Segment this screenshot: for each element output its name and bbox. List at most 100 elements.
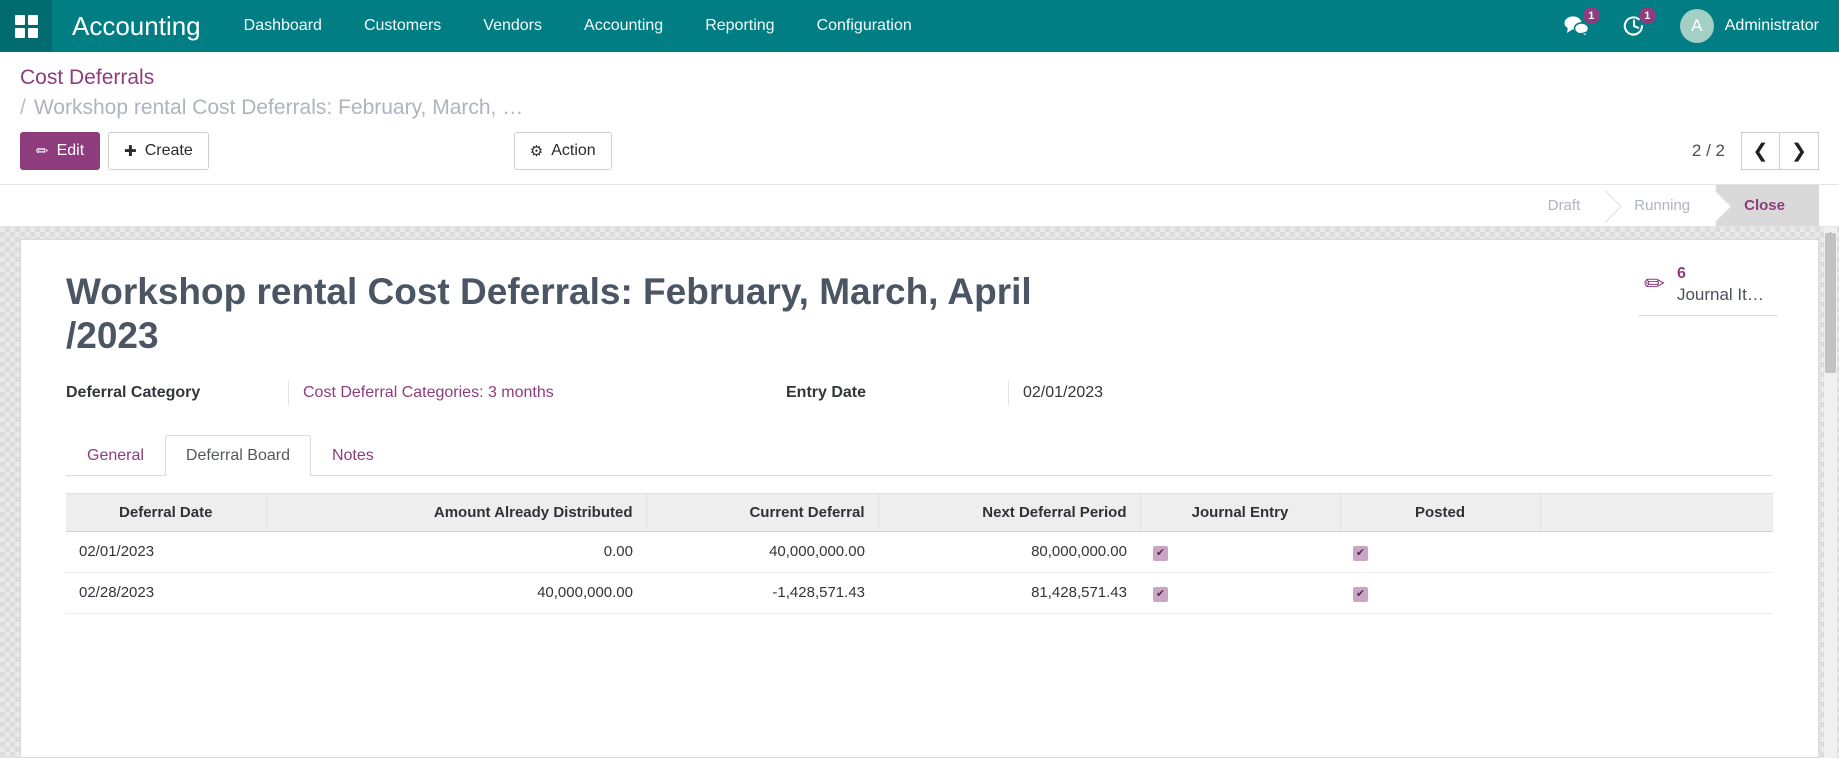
cell-deferral-date: 02/01/2023 bbox=[66, 531, 266, 572]
menu-item-configuration[interactable]: Configuration bbox=[796, 0, 933, 52]
status-draft-label: Draft bbox=[1548, 197, 1581, 214]
pager-next-button[interactable]: ❯ bbox=[1780, 132, 1819, 170]
breadcrumb: / Workshop rental Cost Deferrals: Februa… bbox=[20, 92, 920, 124]
activities-badge: 1 bbox=[1639, 7, 1656, 24]
cell-next-deferral-period: 81,428,571.43 bbox=[878, 572, 1140, 613]
column-header-spacer bbox=[1540, 493, 1773, 531]
form-sheet-background: ✏ 6 Journal It… Workshop rental Cost Def… bbox=[0, 227, 1839, 758]
table-row[interactable]: 02/01/2023 0.00 40,000,000.00 80,000,000… bbox=[66, 531, 1773, 572]
plus-icon: ✚ bbox=[124, 144, 137, 159]
menu-item-customers[interactable]: Customers bbox=[343, 0, 462, 52]
field-deferral-category: Deferral Category Cost Deferral Categori… bbox=[66, 381, 786, 405]
avatar: A bbox=[1680, 9, 1714, 43]
posted-checkbox[interactable]: ✔ bbox=[1353, 587, 1368, 602]
status-close-label: Close bbox=[1744, 197, 1785, 214]
cell-spacer bbox=[1540, 531, 1773, 572]
tab-general[interactable]: General bbox=[66, 435, 165, 476]
cell-deferral-date: 02/28/2023 bbox=[66, 572, 266, 613]
column-header-next-deferral-period[interactable]: Next Deferral Period bbox=[878, 493, 1140, 531]
tab-notes[interactable]: Notes bbox=[311, 435, 395, 476]
deferral-category-link[interactable]: Cost Deferral Categories: 3 months bbox=[303, 384, 554, 401]
edit-button-label: Edit bbox=[57, 142, 85, 160]
edit-button[interactable]: ✏ Edit bbox=[20, 132, 100, 170]
pager-previous-button[interactable]: ❮ bbox=[1741, 132, 1780, 170]
field-deferral-category-value: Cost Deferral Categories: 3 months bbox=[288, 381, 786, 405]
pager: 2 / 2 ❮ ❯ bbox=[1692, 132, 1819, 170]
smart-button-value: 6 bbox=[1677, 264, 1764, 284]
cell-amount-already-distributed: 40,000,000.00 bbox=[266, 572, 646, 613]
form-sheet: ✏ 6 Journal It… Workshop rental Cost Def… bbox=[20, 239, 1819, 758]
pencil-icon: ✏ bbox=[1644, 272, 1665, 297]
menu-item-vendors[interactable]: Vendors bbox=[462, 0, 563, 52]
field-entry-date: Entry Date 02/01/2023 bbox=[786, 381, 1506, 405]
cell-amount-already-distributed: 0.00 bbox=[266, 531, 646, 572]
column-header-journal-entry[interactable]: Journal Entry bbox=[1140, 493, 1340, 531]
vertical-scrollbar[interactable]: ▲ bbox=[1824, 227, 1837, 758]
breadcrumb-separator: / bbox=[20, 92, 26, 124]
main-menu: Dashboard Customers Vendors Accounting R… bbox=[223, 0, 933, 52]
create-button[interactable]: ✚ Create bbox=[108, 132, 209, 170]
create-button-label: Create bbox=[145, 142, 193, 160]
cell-current-deferral: 40,000,000.00 bbox=[646, 531, 878, 572]
tab-deferral-board[interactable]: Deferral Board bbox=[165, 435, 311, 476]
posted-checkbox[interactable]: ✔ bbox=[1353, 546, 1368, 561]
scrollbar-thumb[interactable] bbox=[1825, 233, 1836, 373]
status-running[interactable]: Running bbox=[1606, 185, 1716, 226]
user-name-label: Administrator bbox=[1725, 17, 1819, 35]
table-header: Deferral Date Amount Already Distributed… bbox=[66, 493, 1773, 531]
user-menu-button[interactable]: A Administrator bbox=[1662, 0, 1825, 52]
apps-menu-button[interactable] bbox=[0, 0, 52, 52]
gear-icon: ⚙ bbox=[530, 144, 543, 159]
chevron-left-icon: ❮ bbox=[1753, 140, 1769, 163]
activities-menu-button[interactable]: 1 bbox=[1606, 0, 1662, 52]
table-body: 02/01/2023 0.00 40,000,000.00 80,000,000… bbox=[66, 531, 1773, 613]
field-deferral-category-label: Deferral Category bbox=[66, 381, 288, 405]
tab-general-label: General bbox=[87, 447, 144, 464]
field-entry-date-value: 02/01/2023 bbox=[1008, 381, 1506, 405]
tab-deferral-board-label: Deferral Board bbox=[186, 447, 290, 464]
statusbar: Draft Running Close bbox=[1520, 185, 1819, 226]
table-row[interactable]: 02/28/2023 40,000,000.00 -1,428,571.43 8… bbox=[66, 572, 1773, 613]
statusbar-row: Draft Running Close bbox=[0, 185, 1839, 227]
status-draft[interactable]: Draft bbox=[1520, 185, 1607, 226]
app-brand-accounting[interactable]: Accounting bbox=[52, 11, 223, 42]
journal-entry-checkbox[interactable]: ✔ bbox=[1153, 587, 1168, 602]
messages-badge: 1 bbox=[1583, 7, 1600, 24]
tab-notes-label: Notes bbox=[332, 447, 374, 464]
smart-button-box: ✏ 6 Journal It… bbox=[1638, 258, 1778, 316]
breadcrumb-current-record: Workshop rental Cost Deferrals: February… bbox=[34, 92, 523, 124]
journal-entry-checkbox[interactable]: ✔ bbox=[1153, 546, 1168, 561]
column-header-posted[interactable]: Posted bbox=[1340, 493, 1540, 531]
control-panel-buttons: ✏ Edit ✚ Create ⚙ Action 2 / 2 ❮ ❯ bbox=[20, 124, 1819, 184]
menu-item-reporting[interactable]: Reporting bbox=[684, 0, 795, 52]
action-button[interactable]: ⚙ Action bbox=[514, 132, 612, 170]
top-navbar: Accounting Dashboard Customers Vendors A… bbox=[0, 0, 1839, 52]
field-entry-date-label: Entry Date bbox=[786, 381, 1008, 405]
page-title: Workshop rental Cost Deferrals: February… bbox=[66, 270, 1106, 359]
notebook-tabs: General Deferral Board Notes bbox=[66, 435, 1773, 476]
navbar-right-systray: 1 1 A Administrator bbox=[1548, 0, 1839, 52]
apps-grid-icon bbox=[15, 15, 38, 38]
cell-next-deferral-period: 80,000,000.00 bbox=[878, 531, 1140, 572]
table-header-row: Deferral Date Amount Already Distributed… bbox=[66, 493, 1773, 531]
cell-journal-entry: ✔ bbox=[1140, 572, 1340, 613]
chevron-right-icon: ❯ bbox=[1791, 140, 1807, 163]
pencil-icon: ✏ bbox=[36, 144, 49, 159]
deferral-board-table-container: Deferral Date Amount Already Distributed… bbox=[66, 476, 1773, 614]
menu-item-accounting[interactable]: Accounting bbox=[563, 0, 684, 52]
deferral-board-table: Deferral Date Amount Already Distributed… bbox=[66, 493, 1773, 614]
column-header-current-deferral[interactable]: Current Deferral bbox=[646, 493, 878, 531]
form-fields: Deferral Category Cost Deferral Categori… bbox=[66, 381, 1773, 405]
smart-button-label: Journal It… bbox=[1677, 284, 1764, 305]
pager-value: 2 / 2 bbox=[1692, 141, 1725, 161]
pager-buttons: ❮ ❯ bbox=[1741, 132, 1819, 170]
menu-item-dashboard[interactable]: Dashboard bbox=[223, 0, 343, 52]
smart-button-journal-items[interactable]: ✏ 6 Journal It… bbox=[1638, 258, 1778, 316]
column-header-amount-already-distributed[interactable]: Amount Already Distributed bbox=[266, 493, 646, 531]
cell-spacer bbox=[1540, 572, 1773, 613]
cell-journal-entry: ✔ bbox=[1140, 531, 1340, 572]
column-header-deferral-date[interactable]: Deferral Date bbox=[66, 493, 266, 531]
messages-menu-button[interactable]: 1 bbox=[1548, 0, 1606, 52]
cell-posted: ✔ bbox=[1340, 531, 1540, 572]
breadcrumb-root-cost-deferrals[interactable]: Cost Deferrals bbox=[20, 64, 1819, 92]
